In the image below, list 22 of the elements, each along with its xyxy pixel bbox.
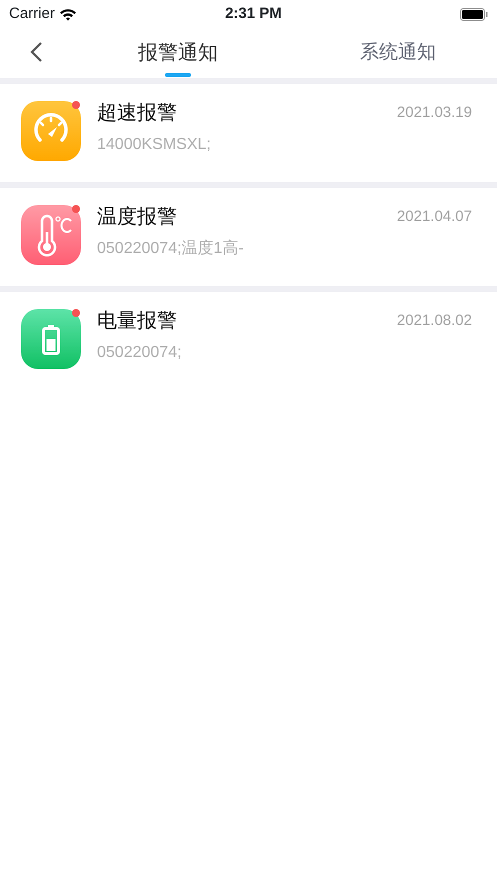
- alert-title: 温度报警: [97, 205, 177, 229]
- wifi-icon: [58, 8, 77, 20]
- alert-row[interactable]: 超速报警 2021.03.19 14000KSMSXL;: [0, 84, 497, 188]
- alert-date: 2021.08.02: [396, 310, 472, 331]
- tab[interactable]: 系统通知: [360, 33, 436, 73]
- alert-date: 2021.03.19: [396, 102, 472, 123]
- alert-detail: 14000KSMSXL;: [97, 135, 211, 155]
- tab[interactable]: 报警通知: [138, 33, 218, 73]
- speedometer-icon: [34, 113, 68, 142]
- tab-indicator: [165, 73, 191, 77]
- carrier-label: Carrier: [9, 4, 55, 24]
- alert-date: 2021.04.07: [396, 206, 472, 227]
- alert-row[interactable]: 电量报警 2021.08.02 050220074;: [0, 292, 497, 390]
- alert-title: 超速报警: [97, 101, 177, 125]
- battery-icon: [42, 325, 60, 355]
- alert-detail: 050220074;: [97, 343, 182, 363]
- thermometer-icon: [38, 214, 72, 256]
- alert-title: 电量报警: [97, 309, 177, 333]
- clock: 2:31 PM: [225, 4, 282, 24]
- alert-detail: 050220074;温度1高-: [97, 238, 244, 259]
- battery-icon: [460, 8, 488, 20]
- alert-row[interactable]: 温度报警 2021.04.07 050220074;温度1高-: [0, 188, 497, 292]
